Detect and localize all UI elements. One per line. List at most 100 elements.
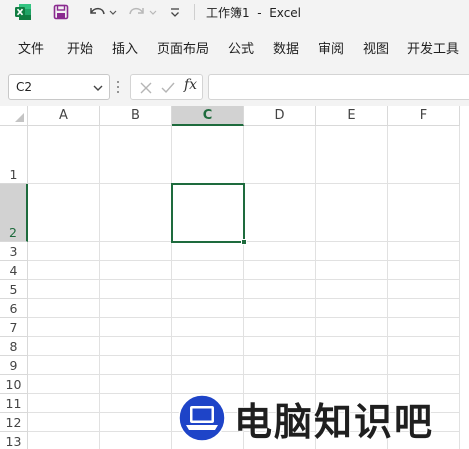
cell-B10[interactable] bbox=[100, 375, 172, 394]
row-header-7[interactable]: 7 bbox=[0, 318, 28, 337]
save-button[interactable] bbox=[51, 0, 71, 24]
cell-D8[interactable] bbox=[244, 337, 316, 356]
fill-handle[interactable] bbox=[241, 239, 247, 245]
cell-D1[interactable] bbox=[244, 126, 316, 184]
cell-A3[interactable] bbox=[28, 242, 100, 261]
cell-D5[interactable] bbox=[244, 280, 316, 299]
row-header-2[interactable]: 2 bbox=[0, 184, 28, 242]
cell-F4[interactable] bbox=[388, 261, 460, 280]
cell-B11[interactable] bbox=[100, 394, 172, 413]
cell-E1[interactable] bbox=[316, 126, 388, 184]
cell-E6[interactable] bbox=[316, 299, 388, 318]
cancel-icon[interactable] bbox=[139, 81, 153, 95]
cell-B3[interactable] bbox=[100, 242, 172, 261]
cell-C3[interactable] bbox=[172, 242, 244, 261]
cell-E4[interactable] bbox=[316, 261, 388, 280]
cell-E8[interactable] bbox=[316, 337, 388, 356]
tab-formulas[interactable]: 公式 bbox=[228, 38, 254, 57]
cell-C6[interactable] bbox=[172, 299, 244, 318]
column-header-c[interactable]: C bbox=[172, 106, 244, 126]
formula-input[interactable] bbox=[208, 74, 469, 100]
cell-D6[interactable] bbox=[244, 299, 316, 318]
row-header-8[interactable]: 8 bbox=[0, 337, 28, 356]
cell-A2[interactable] bbox=[28, 184, 100, 242]
tab-home[interactable]: 开始 bbox=[67, 38, 93, 57]
cell-B5[interactable] bbox=[100, 280, 172, 299]
cell-A1[interactable] bbox=[28, 126, 100, 184]
customize-qat-button[interactable] bbox=[168, 0, 182, 24]
cell-A10[interactable] bbox=[28, 375, 100, 394]
cell-C9[interactable] bbox=[172, 356, 244, 375]
tab-insert[interactable]: 插入 bbox=[112, 38, 138, 57]
cell-B7[interactable] bbox=[100, 318, 172, 337]
enter-icon[interactable] bbox=[160, 81, 176, 95]
tab-page-layout[interactable]: 页面布局 bbox=[157, 38, 209, 57]
cell-F7[interactable] bbox=[388, 318, 460, 337]
cell-A5[interactable] bbox=[28, 280, 100, 299]
cell-F2[interactable] bbox=[388, 184, 460, 242]
column-header-f[interactable]: F bbox=[388, 106, 460, 126]
cell-B4[interactable] bbox=[100, 261, 172, 280]
cell-A4[interactable] bbox=[28, 261, 100, 280]
cell-E2[interactable] bbox=[316, 184, 388, 242]
column-header-b[interactable]: B bbox=[100, 106, 172, 126]
cell-F3[interactable] bbox=[388, 242, 460, 261]
drag-handle-icon[interactable] bbox=[116, 79, 120, 95]
column-header-a[interactable]: A bbox=[28, 106, 100, 126]
cell-A13[interactable] bbox=[28, 432, 100, 449]
row-header-10[interactable]: 10 bbox=[0, 375, 28, 394]
cell-A7[interactable] bbox=[28, 318, 100, 337]
row-header-4[interactable]: 4 bbox=[0, 261, 28, 280]
name-box[interactable]: C2 bbox=[8, 74, 110, 100]
column-header-e[interactable]: E bbox=[316, 106, 388, 126]
tab-view[interactable]: 视图 bbox=[363, 38, 389, 57]
cell-A8[interactable] bbox=[28, 337, 100, 356]
row-header-1[interactable]: 1 bbox=[0, 126, 28, 184]
tab-file[interactable]: 文件 bbox=[18, 38, 44, 57]
cell-D4[interactable] bbox=[244, 261, 316, 280]
row-header-9[interactable]: 9 bbox=[0, 356, 28, 375]
row-header-12[interactable]: 12 bbox=[0, 413, 28, 432]
cell-E5[interactable] bbox=[316, 280, 388, 299]
cell-E7[interactable] bbox=[316, 318, 388, 337]
redo-button[interactable] bbox=[126, 0, 158, 24]
cell-F9[interactable] bbox=[388, 356, 460, 375]
cell-B9[interactable] bbox=[100, 356, 172, 375]
cell-F8[interactable] bbox=[388, 337, 460, 356]
column-header-d[interactable]: D bbox=[244, 106, 316, 126]
cell-B12[interactable] bbox=[100, 413, 172, 432]
cell-D7[interactable] bbox=[244, 318, 316, 337]
cell-E3[interactable] bbox=[316, 242, 388, 261]
cell-C1[interactable] bbox=[172, 126, 244, 184]
cell-F1[interactable] bbox=[388, 126, 460, 184]
cell-B1[interactable] bbox=[100, 126, 172, 184]
tab-data[interactable]: 数据 bbox=[273, 38, 299, 57]
cell-B13[interactable] bbox=[100, 432, 172, 449]
row-header-6[interactable]: 6 bbox=[0, 299, 28, 318]
cell-C8[interactable] bbox=[172, 337, 244, 356]
chevron-down-icon[interactable] bbox=[92, 82, 104, 94]
cell-D3[interactable] bbox=[244, 242, 316, 261]
cell-F5[interactable] bbox=[388, 280, 460, 299]
select-all-button[interactable] bbox=[0, 106, 28, 126]
row-header-13[interactable]: 13 bbox=[0, 432, 28, 449]
cell-C4[interactable] bbox=[172, 261, 244, 280]
cell-D2[interactable] bbox=[244, 184, 316, 242]
cell-F6[interactable] bbox=[388, 299, 460, 318]
insert-function-button[interactable]: fx bbox=[184, 77, 197, 93]
cell-C5[interactable] bbox=[172, 280, 244, 299]
cell-B8[interactable] bbox=[100, 337, 172, 356]
active-cell-selection[interactable] bbox=[171, 183, 245, 243]
cell-E9[interactable] bbox=[316, 356, 388, 375]
cell-D9[interactable] bbox=[244, 356, 316, 375]
row-header-3[interactable]: 3 bbox=[0, 242, 28, 261]
row-header-11[interactable]: 11 bbox=[0, 394, 28, 413]
row-header-5[interactable]: 5 bbox=[0, 280, 28, 299]
cell-B6[interactable] bbox=[100, 299, 172, 318]
undo-button[interactable] bbox=[86, 0, 118, 24]
cell-C7[interactable] bbox=[172, 318, 244, 337]
tab-developer[interactable]: 开发工具 bbox=[407, 38, 459, 57]
cell-A11[interactable] bbox=[28, 394, 100, 413]
cell-A9[interactable] bbox=[28, 356, 100, 375]
cell-A12[interactable] bbox=[28, 413, 100, 432]
